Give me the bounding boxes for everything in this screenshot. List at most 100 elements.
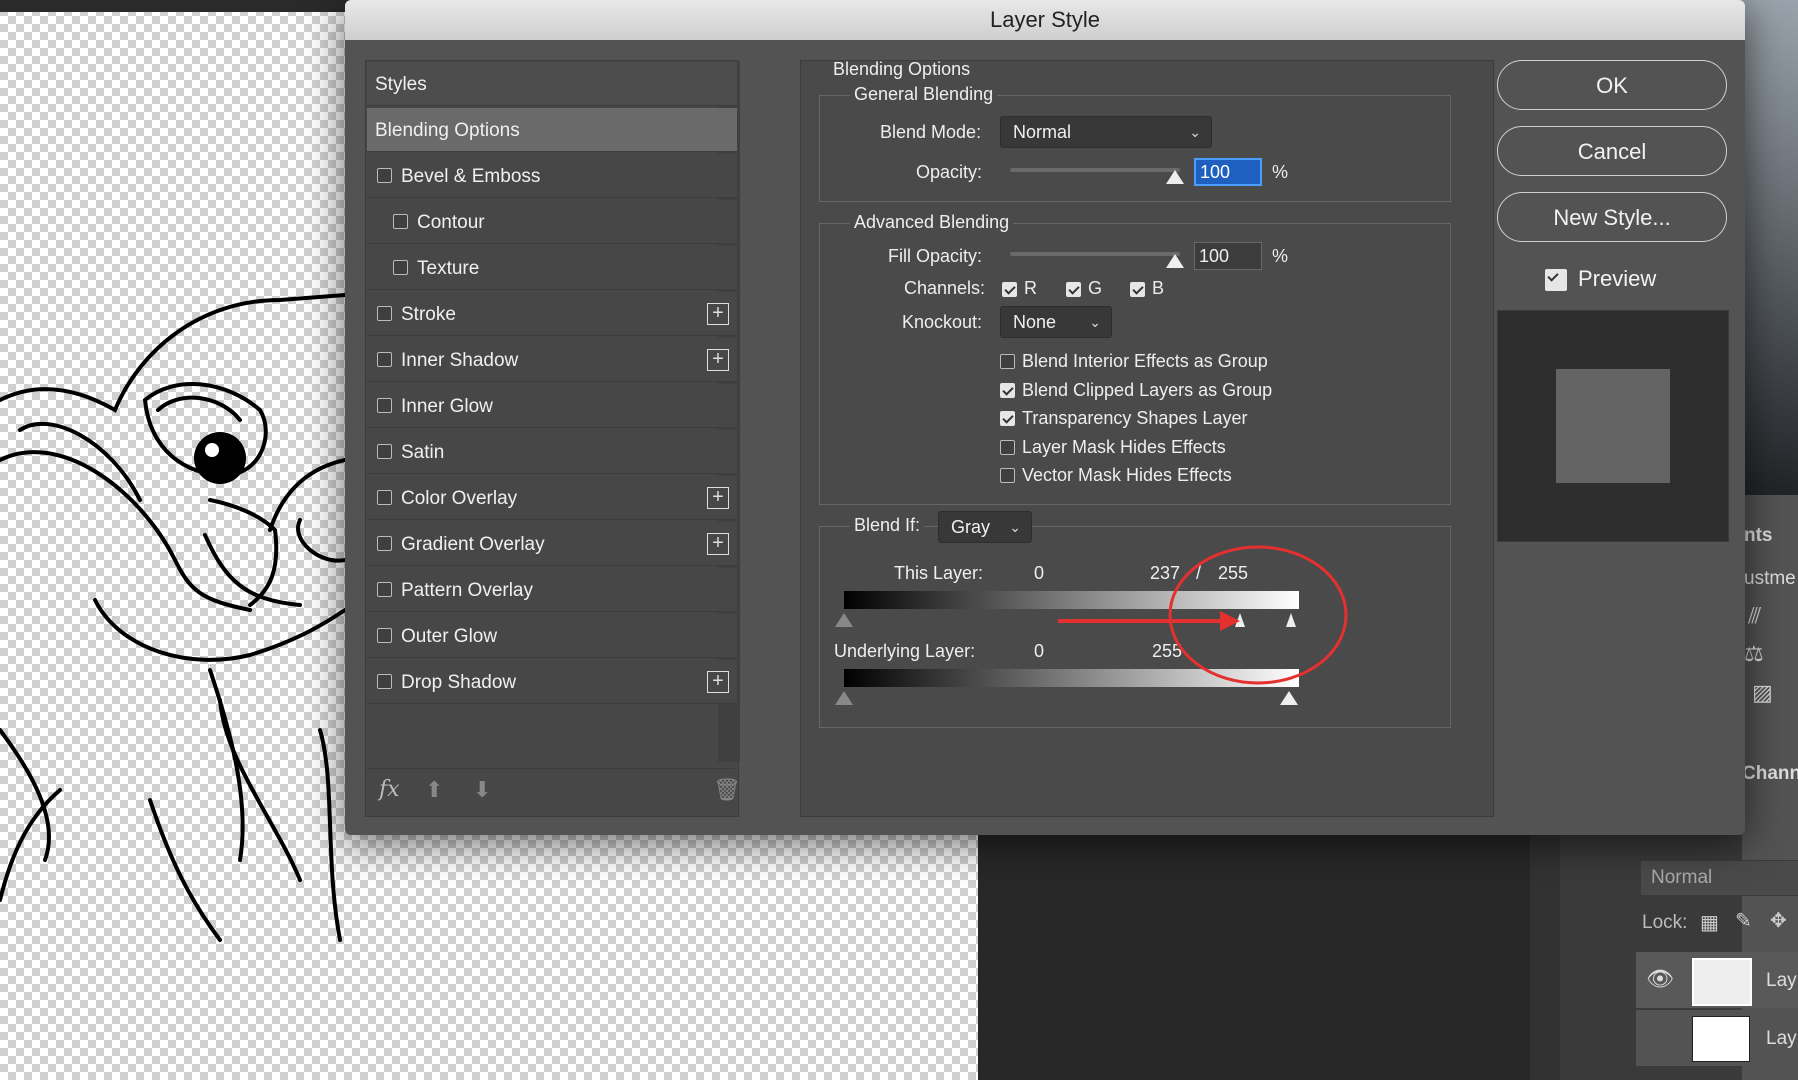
advanced-blending-group: Advanced Blending Fill Opacity: 100 % Ch… bbox=[819, 212, 1451, 505]
style-item-label: Inner Glow bbox=[401, 396, 493, 417]
eye-icon[interactable]: 👁 bbox=[1646, 966, 1674, 992]
chevron-down-icon: ⌄ bbox=[1089, 314, 1101, 330]
gradient-map-icon[interactable]: ▨ bbox=[1752, 680, 1773, 706]
style-checkbox[interactable] bbox=[377, 536, 392, 551]
style-item-inner-glow[interactable]: Inner Glow bbox=[367, 384, 737, 428]
style-item-label: Pattern Overlay bbox=[401, 580, 533, 601]
add-effect-plus-icon[interactable]: + bbox=[707, 349, 729, 371]
preview-checkbox[interactable] bbox=[1545, 269, 1567, 291]
layer-row[interactable]: 👁 Lay bbox=[1636, 952, 1798, 1008]
blend-mode-label: Blend Mode: bbox=[880, 122, 982, 142]
panel-tab-label[interactable]: nts bbox=[1744, 525, 1773, 547]
top-bar bbox=[0, 0, 360, 12]
fill-opacity-slider[interactable] bbox=[1010, 252, 1180, 256]
style-item-color-overlay[interactable]: Color Overlay + bbox=[367, 476, 737, 520]
panel-dock bbox=[1530, 820, 1560, 1080]
style-checkbox[interactable] bbox=[377, 490, 392, 505]
knockout-label: Knockout: bbox=[902, 312, 983, 332]
style-checkbox[interactable] bbox=[377, 398, 392, 413]
channels-tab[interactable]: Chann bbox=[1742, 763, 1798, 785]
channel-r-checkbox[interactable] bbox=[1002, 282, 1017, 297]
new-style-button[interactable]: New Style... bbox=[1497, 192, 1727, 242]
style-item-inner-shadow[interactable]: Inner Shadow + bbox=[367, 338, 737, 382]
add-effect-plus-icon[interactable]: + bbox=[707, 533, 729, 555]
knockout-value: None bbox=[1013, 312, 1057, 332]
style-item-outer-glow[interactable]: Outer Glow bbox=[367, 614, 737, 658]
lock-move-icon[interactable]: ✥ bbox=[1770, 908, 1787, 933]
dark-canvas-area bbox=[978, 820, 1530, 1080]
fx-button[interactable]: fx bbox=[379, 777, 400, 802]
style-item-drop-shadow[interactable]: Drop Shadow + bbox=[367, 660, 737, 704]
style-item-gradient-overlay[interactable]: Gradient Overlay + bbox=[367, 522, 737, 566]
style-checkbox[interactable] bbox=[377, 582, 392, 597]
ok-button[interactable]: OK bbox=[1497, 60, 1727, 110]
preview-box bbox=[1497, 310, 1729, 542]
advanced-option-checkbox[interactable] bbox=[1000, 382, 1015, 398]
opacity-slider-thumb[interactable] bbox=[1166, 170, 1184, 184]
style-checkbox[interactable] bbox=[377, 168, 392, 183]
fill-opacity-input[interactable]: 100 bbox=[1194, 242, 1262, 270]
lock-transparent-icon[interactable]: ▦ bbox=[1700, 910, 1719, 935]
advanced-option-label: Layer Mask Hides Effects bbox=[1022, 436, 1226, 457]
blend-mode-dropdown[interactable]: Normal ⌄ bbox=[1000, 116, 1212, 148]
trash-icon[interactable]: 🗑 bbox=[713, 777, 741, 803]
channel-label: B bbox=[1152, 278, 1165, 298]
advanced-option-checkbox[interactable] bbox=[1000, 468, 1015, 483]
advanced-option-label: Vector Mask Hides Effects bbox=[1022, 465, 1232, 485]
levels-icon[interactable]: ⫻ bbox=[1748, 603, 1761, 629]
advanced-option-checkbox[interactable] bbox=[1000, 354, 1015, 369]
style-item-label: Stroke bbox=[401, 304, 456, 325]
preview-swatch bbox=[1556, 369, 1670, 483]
blending-options-panel: Blending Options General Blending Blend … bbox=[800, 59, 1494, 817]
style-checkbox[interactable] bbox=[377, 444, 392, 459]
fill-opacity-slider-thumb[interactable] bbox=[1166, 254, 1184, 268]
style-checkbox[interactable] bbox=[377, 628, 392, 643]
style-item-label: Color Overlay bbox=[401, 488, 518, 509]
layer-thumbnail bbox=[1692, 958, 1752, 1006]
style-item-satin[interactable]: Satin bbox=[367, 430, 737, 474]
add-effect-plus-icon[interactable]: + bbox=[707, 303, 729, 325]
add-effect-plus-icon[interactable]: + bbox=[707, 671, 729, 693]
style-checkbox[interactable] bbox=[377, 674, 392, 689]
style-item-blending-options[interactable]: Blending Options bbox=[367, 108, 737, 152]
opacity-input[interactable]: 100 bbox=[1194, 158, 1262, 186]
cancel-button[interactable]: Cancel bbox=[1497, 126, 1727, 176]
style-item-label: Outer Glow bbox=[401, 626, 498, 647]
layer-row[interactable]: Lay bbox=[1636, 1010, 1798, 1066]
advanced-blending-title: Advanced Blending bbox=[850, 212, 1014, 233]
opacity-slider[interactable] bbox=[1010, 168, 1180, 172]
advanced-option-checkbox[interactable] bbox=[1000, 411, 1015, 426]
background-window bbox=[1740, 0, 1798, 520]
channel-label: G bbox=[1088, 278, 1103, 298]
lock-brush-icon[interactable]: ✎ bbox=[1735, 908, 1752, 933]
style-item-contour[interactable]: Contour bbox=[367, 200, 737, 244]
style-checkbox[interactable] bbox=[377, 352, 392, 367]
channel-b-checkbox[interactable] bbox=[1130, 282, 1145, 297]
style-checkbox[interactable] bbox=[377, 306, 392, 321]
style-item-bevel-emboss[interactable]: Bevel & Emboss bbox=[367, 154, 737, 198]
style-item-stroke[interactable]: Stroke + bbox=[367, 292, 737, 336]
styles-header[interactable]: Styles bbox=[367, 62, 737, 106]
fill-opacity-label: Fill Opacity: bbox=[888, 246, 983, 266]
knockout-dropdown[interactable]: None ⌄ bbox=[1000, 306, 1112, 338]
layer-name: Lay bbox=[1766, 1028, 1797, 1049]
chevron-down-icon: ⌄ bbox=[1189, 124, 1201, 140]
layer-style-dialog: Layer Style fx ⬆ ⬇ 🗑 Blending Options Ge… bbox=[345, 0, 1745, 835]
move-down-icon[interactable]: ⬇ bbox=[473, 777, 491, 803]
advanced-option-label: Transparency Shapes Layer bbox=[1022, 408, 1248, 428]
style-item-pattern-overlay[interactable]: Pattern Overlay bbox=[367, 568, 737, 612]
channel-g-checkbox[interactable] bbox=[1066, 282, 1081, 297]
style-checkbox[interactable] bbox=[393, 214, 408, 229]
style-item-label: Inner Shadow bbox=[401, 350, 519, 371]
styles-toolbar: fx ⬆ ⬇ 🗑 bbox=[367, 768, 741, 814]
layers-blend-mode[interactable]: Normal bbox=[1640, 860, 1798, 896]
style-checkbox[interactable] bbox=[393, 260, 408, 275]
move-up-icon[interactable]: ⬆ bbox=[425, 777, 443, 803]
style-item-label: Bevel & Emboss bbox=[401, 166, 541, 187]
add-effect-plus-icon[interactable]: + bbox=[707, 487, 729, 509]
balance-icon[interactable]: ⚖ bbox=[1744, 641, 1764, 667]
style-item-texture[interactable]: Texture bbox=[367, 246, 737, 290]
general-blending-title: General Blending bbox=[850, 84, 998, 105]
style-item-label: Gradient Overlay bbox=[401, 534, 545, 555]
advanced-option-checkbox[interactable] bbox=[1000, 439, 1015, 455]
